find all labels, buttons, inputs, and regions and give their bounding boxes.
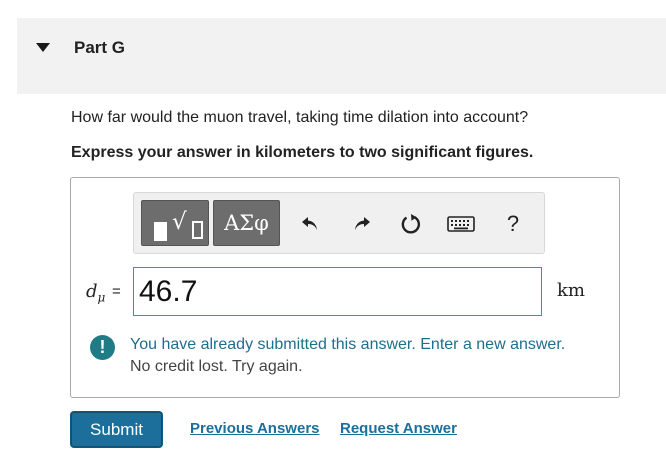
undo-icon: [302, 217, 317, 230]
redo-button[interactable]: [346, 207, 378, 241]
variable-subscript: μ: [97, 290, 106, 305]
answer-input[interactable]: [133, 267, 542, 316]
previous-answers-link[interactable]: Previous Answers: [190, 420, 320, 437]
answer-variable-label: dμ: [86, 281, 105, 305]
greek-symbols-button[interactable]: ΑΣφ: [213, 200, 280, 246]
part-title: Part G: [74, 38, 126, 57]
keyboard-button[interactable]: [445, 207, 477, 241]
undo-button[interactable]: [294, 207, 326, 241]
reset-icon: [401, 214, 421, 234]
submit-button[interactable]: Submit: [71, 412, 162, 447]
feedback-message: You have already submitted this answer. …: [130, 336, 566, 353]
exclamation-icon: !: [90, 335, 115, 360]
redo-icon: [355, 217, 370, 230]
reset-button[interactable]: [395, 207, 427, 241]
variable-symbol: d: [86, 281, 98, 302]
feedback-submessage: No credit lost. Try again.: [130, 358, 303, 375]
keyboard-icon: [447, 216, 475, 232]
answer-instruction: Express your answer in kilometers to two…: [71, 144, 534, 161]
request-answer-link[interactable]: Request Answer: [340, 420, 457, 437]
caret-down-icon[interactable]: [36, 43, 50, 52]
templates-button[interactable]: √: [141, 200, 209, 246]
equals-sign: =: [112, 283, 121, 300]
help-button[interactable]: ?: [497, 207, 529, 241]
unit-label: km: [557, 280, 585, 301]
question-text: How far would the muon travel, taking ti…: [71, 109, 529, 126]
